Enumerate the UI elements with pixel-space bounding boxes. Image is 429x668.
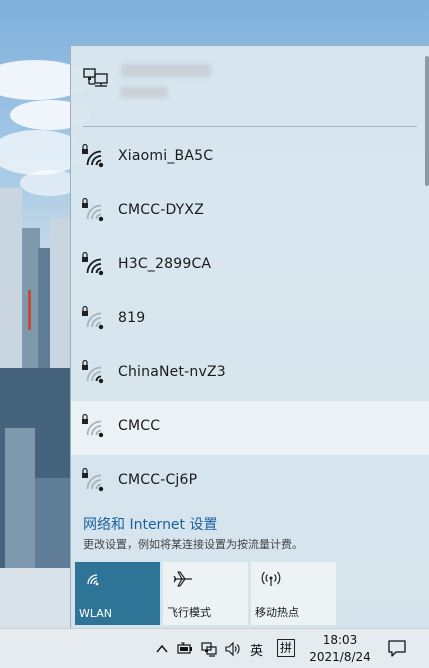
wifi-ssid: CMCC xyxy=(118,418,161,434)
mobile-hotspot-label: 移动热点 xyxy=(255,606,299,619)
action-center-icon[interactable] xyxy=(388,640,406,657)
wifi-secured-icon xyxy=(82,305,104,330)
wlan-label: WLAN xyxy=(79,607,113,620)
wifi-network-item[interactable]: H3C_2899CA xyxy=(71,239,429,293)
taskbar: 英 拼 18:03 2021/8/24 xyxy=(0,628,429,668)
chevron-up-icon[interactable] xyxy=(154,641,170,657)
wifi-network-item[interactable]: CMCC-DYXZ xyxy=(71,185,429,239)
current-connection[interactable] xyxy=(71,46,429,116)
wlan-toggle[interactable]: WLAN xyxy=(75,562,160,625)
wifi-ssid: CMCC-DYXZ xyxy=(118,202,205,218)
wifi-network-item[interactable]: Xiaomi_BA5C xyxy=(71,131,429,185)
hotspot-icon xyxy=(261,571,281,586)
wifi-ssid: ChinaNet-nvZ3 xyxy=(118,364,226,380)
ime-mode-indicator[interactable]: 拼 xyxy=(277,639,295,657)
wifi-network-list: Xiaomi_BA5C CMCC-DYXZ H3C_2899CA 819 Chi… xyxy=(71,131,429,509)
airplane-mode-label: 飞行模式 xyxy=(167,606,211,619)
network-settings-description: 更改设置，例如将某连接设置为按流量计费。 xyxy=(83,538,303,551)
redacted-network-name xyxy=(121,64,211,77)
wifi-ssid: 819 xyxy=(118,310,146,326)
airplane-icon xyxy=(173,571,192,587)
mobile-hotspot-toggle[interactable]: 移动热点 xyxy=(251,562,336,625)
wifi-icon xyxy=(87,574,99,586)
network-icon[interactable] xyxy=(201,641,217,657)
taskbar-clock[interactable]: 18:03 2021/8/24 xyxy=(306,632,374,666)
wifi-secured-icon xyxy=(82,251,104,276)
wifi-network-item[interactable]: 819 xyxy=(71,293,429,347)
redacted-network-status xyxy=(121,87,167,98)
clock-date: 2021/8/24 xyxy=(309,650,371,664)
input-language-indicator[interactable]: 英 xyxy=(250,640,263,659)
wifi-network-item[interactable]: CMCC xyxy=(71,401,429,455)
wifi-secured-icon xyxy=(82,467,104,492)
wifi-ssid: H3C_2899CA xyxy=(118,256,212,272)
wifi-ssid: Xiaomi_BA5C xyxy=(118,148,214,164)
airplane-mode-toggle[interactable]: 飞行模式 xyxy=(163,562,248,625)
wifi-network-item[interactable]: ChinaNet-nvZ3 xyxy=(71,347,429,401)
wifi-secured-icon xyxy=(82,413,104,438)
battery-icon[interactable] xyxy=(177,641,193,657)
wifi-secured-icon xyxy=(82,143,104,168)
wifi-secured-icon xyxy=(82,197,104,222)
network-settings-link[interactable]: 网络和 Internet 设置 xyxy=(83,514,218,534)
clock-time: 18:03 xyxy=(322,633,358,647)
volume-icon[interactable] xyxy=(225,641,241,657)
network-flyout: Xiaomi_BA5C CMCC-DYXZ H3C_2899CA 819 Chi… xyxy=(70,45,429,628)
divider xyxy=(83,126,417,127)
wired-network-icon xyxy=(83,68,108,87)
quick-actions: WLAN 飞行模式 移动热点 xyxy=(75,562,336,625)
wifi-secured-icon xyxy=(82,359,104,384)
wifi-ssid: CMCC-Cj6P xyxy=(118,472,198,488)
wifi-network-item[interactable]: CMCC-Cj6P xyxy=(71,455,429,509)
